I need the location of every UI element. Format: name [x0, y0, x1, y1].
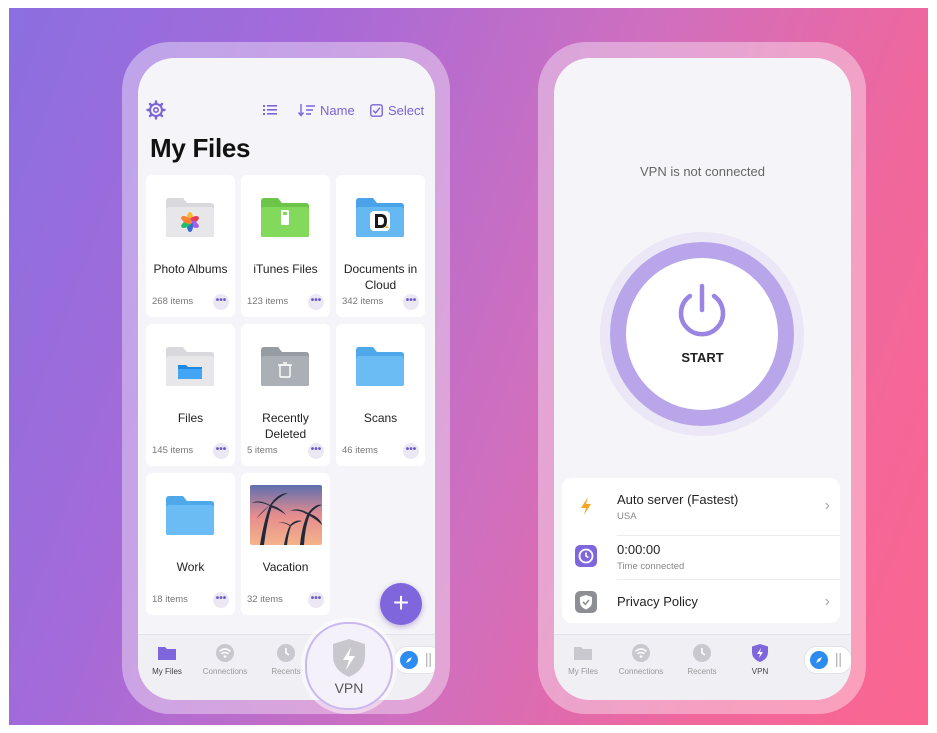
more-options-button[interactable]: •••	[213, 443, 229, 459]
sort-icon	[298, 104, 315, 117]
shield-check-icon	[575, 591, 597, 613]
folder-tile-photo-albums[interactable]: Photo Albums 268 items •••	[146, 175, 235, 317]
power-icon	[678, 283, 726, 337]
wifi-icon	[216, 644, 234, 662]
vpn-info-card: Auto server (Fastest) USA › 0:00:00 Time…	[562, 478, 840, 623]
time-subtitle: Time connected	[617, 561, 685, 572]
tab-recents[interactable]: Recents	[674, 643, 730, 676]
lightning-icon	[581, 497, 591, 515]
photos-folder-icon	[166, 198, 214, 237]
more-options-button[interactable]: •••	[213, 592, 229, 608]
folder-tile-itunes-files[interactable]: iTunes Files 123 items •••	[241, 175, 330, 317]
folder-count: 342 items	[342, 296, 384, 307]
select-label: Select	[388, 102, 425, 118]
trash-folder-icon	[261, 347, 309, 386]
folder-name: Photo Albums	[153, 262, 228, 276]
list-view-icon[interactable]	[262, 102, 278, 118]
folder-name: Documents in Cloud	[343, 262, 418, 292]
clock-icon	[277, 644, 295, 662]
tab-label: VPN	[751, 667, 769, 676]
vpn-tab-bar: My Files Connections Recents VPN	[554, 634, 851, 700]
chevron-right-icon: ›	[824, 497, 830, 514]
folder-name: Scans	[363, 411, 398, 425]
page-title: My Files	[150, 133, 251, 163]
more-options-button[interactable]: •••	[213, 294, 229, 310]
tab-my-files[interactable]: My Files	[555, 643, 611, 676]
tab-label: Recents	[687, 667, 717, 676]
more-options-button[interactable]: •••	[308, 294, 324, 310]
tab-label: Connections	[202, 667, 248, 676]
select-button[interactable]: Select	[370, 100, 424, 120]
server-subtitle: USA	[617, 511, 637, 522]
folder-icon	[158, 647, 176, 660]
tab-connections[interactable]: Connections	[197, 643, 253, 676]
clock-icon	[693, 644, 711, 662]
vpn-bubble-label: VPN	[334, 680, 364, 696]
folder-tile-work[interactable]: Work 18 items •••	[146, 473, 235, 615]
folder-name: iTunes Files	[253, 262, 318, 276]
tab-label: My Files	[152, 667, 182, 676]
folder-tile-files[interactable]: Files 145 items •••	[146, 324, 235, 466]
sort-button[interactable]: Name	[298, 100, 355, 120]
folder-tile-recently-deleted[interactable]: Recently Deleted 5 items •••	[241, 324, 330, 466]
clock-icon	[575, 545, 597, 567]
folder-name: Recently Deleted	[262, 411, 309, 441]
browser-pill[interactable]	[394, 646, 435, 674]
server-row[interactable]: Auto server (Fastest) USA ›	[562, 484, 840, 528]
files-toolbar: Name Select	[138, 98, 435, 122]
add-button[interactable]: +	[380, 583, 422, 625]
more-options-button[interactable]: •••	[308, 443, 324, 459]
browser-pill[interactable]	[804, 646, 851, 674]
folder-count: 18 items	[152, 594, 188, 605]
time-value: 0:00:00	[617, 542, 661, 557]
files-folder-icon	[166, 347, 214, 386]
folder-count: 268 items	[152, 296, 194, 307]
checkbox-icon	[370, 103, 383, 117]
vacation-photo-thumbnail	[250, 485, 322, 545]
chevron-right-icon: ›	[824, 593, 830, 610]
time-connected-row: 0:00:00 Time connected	[562, 534, 840, 578]
folder-icon	[166, 496, 214, 535]
start-label: START	[681, 350, 724, 365]
tab-vpn[interactable]: VPN	[732, 643, 788, 676]
files-app-screen: Name Select My Files Photo Albums 268 it…	[138, 58, 435, 700]
folder-count: 46 items	[342, 445, 378, 456]
documents-cloud-folder-icon	[356, 198, 404, 237]
compass-icon	[810, 651, 828, 669]
folder-name: Vacation	[262, 560, 309, 574]
vpn-app-screen: VPN is not connected START Auto server (…	[554, 58, 851, 700]
vpn-status-text: VPN is not connected	[639, 164, 766, 179]
folder-count: 32 items	[247, 594, 283, 605]
folder-name: Work	[176, 560, 205, 574]
compass-icon	[400, 651, 418, 669]
tab-my-files[interactable]: My Files	[139, 643, 195, 676]
grip-handle-icon	[426, 653, 431, 667]
tab-label: My Files	[568, 667, 598, 676]
vpn-shield-icon	[752, 644, 768, 662]
folder-tile-documents-in-cloud[interactable]: Documents in Cloud 342 items •••	[336, 175, 425, 317]
folder-count: 145 items	[152, 445, 194, 456]
itunes-folder-icon	[261, 198, 309, 237]
wifi-icon	[632, 644, 650, 662]
more-options-button[interactable]: •••	[403, 294, 419, 310]
vpn-tab-bubble[interactable]: VPN	[305, 622, 393, 710]
folder-tile-scans[interactable]: Scans 46 items •••	[336, 324, 425, 466]
grip-handle-icon	[836, 653, 841, 667]
sort-label: Name	[320, 102, 355, 118]
privacy-policy-row[interactable]: Privacy Policy ›	[562, 580, 840, 624]
tab-connections[interactable]: Connections	[613, 643, 669, 676]
settings-gear-icon[interactable]	[146, 100, 166, 120]
folder-icon	[356, 347, 404, 386]
vpn-shield-icon	[333, 639, 365, 677]
tab-label: Connections	[618, 667, 664, 676]
more-options-button[interactable]: •••	[308, 592, 324, 608]
folder-icon	[574, 647, 592, 660]
folder-tile-vacation[interactable]: Vacation 32 items •••	[241, 473, 330, 615]
folder-count: 123 items	[247, 296, 289, 307]
more-options-button[interactable]: •••	[403, 443, 419, 459]
folder-count: 5 items	[247, 445, 278, 456]
folder-name: Files	[177, 411, 204, 425]
privacy-policy-label: Privacy Policy	[617, 594, 698, 609]
server-title: Auto server (Fastest)	[617, 492, 739, 507]
